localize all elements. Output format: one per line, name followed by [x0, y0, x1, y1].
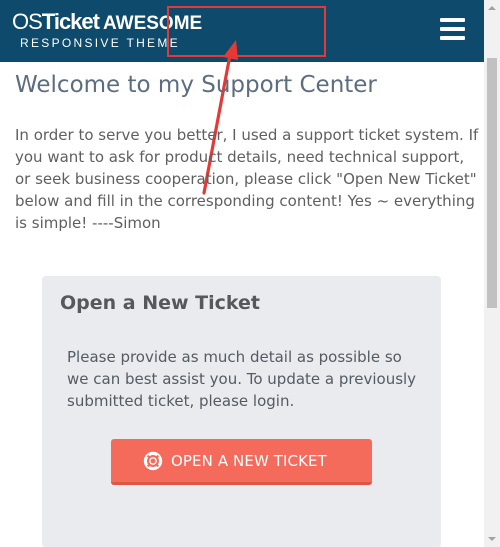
- welcome-line: below and fill in the corresponding cont…: [15, 192, 475, 210]
- logo-ticket-text: Ticket: [41, 9, 100, 34]
- card-description-line: Please provide as much detail as possibl…: [67, 348, 402, 366]
- card-description: Please provide as much detail as possibl…: [67, 346, 427, 412]
- card-description-line: submitted ticket, please login.: [67, 392, 295, 410]
- logo-os-text: OS: [12, 9, 43, 34]
- hamburger-menu-icon[interactable]: [438, 15, 468, 43]
- card-title: Open a New Ticket: [60, 292, 261, 314]
- welcome-message: In order to serve you better, I used a s…: [15, 124, 479, 234]
- scrollbar-thumb[interactable]: [487, 58, 497, 308]
- logo-tagline: RESPONSIVE THEME: [20, 36, 180, 50]
- annotation-highlight-box: [167, 6, 326, 57]
- vertical-scrollbar[interactable]: [484, 0, 500, 547]
- scroll-down-arrow-icon[interactable]: [484, 531, 500, 547]
- scroll-up-arrow-icon[interactable]: [484, 0, 500, 16]
- open-ticket-card: Open a New Ticket Please provide as much…: [42, 276, 441, 547]
- card-description-line: we can best assist you. To update a prev…: [67, 370, 417, 388]
- page-title: Welcome to my Support Center: [15, 72, 377, 98]
- open-new-ticket-label: OPEN A NEW TICKET: [171, 452, 327, 470]
- welcome-line: In order to serve you better, I used a s…: [15, 126, 479, 144]
- welcome-line: is simple! ----Simon: [15, 214, 161, 232]
- open-new-ticket-button[interactable]: OPEN A NEW TICKET: [111, 439, 372, 485]
- life-ring-icon: [143, 451, 163, 471]
- welcome-line: or seek business cooperation, please cli…: [15, 170, 477, 188]
- welcome-line: you want to ask for product details, nee…: [15, 148, 465, 166]
